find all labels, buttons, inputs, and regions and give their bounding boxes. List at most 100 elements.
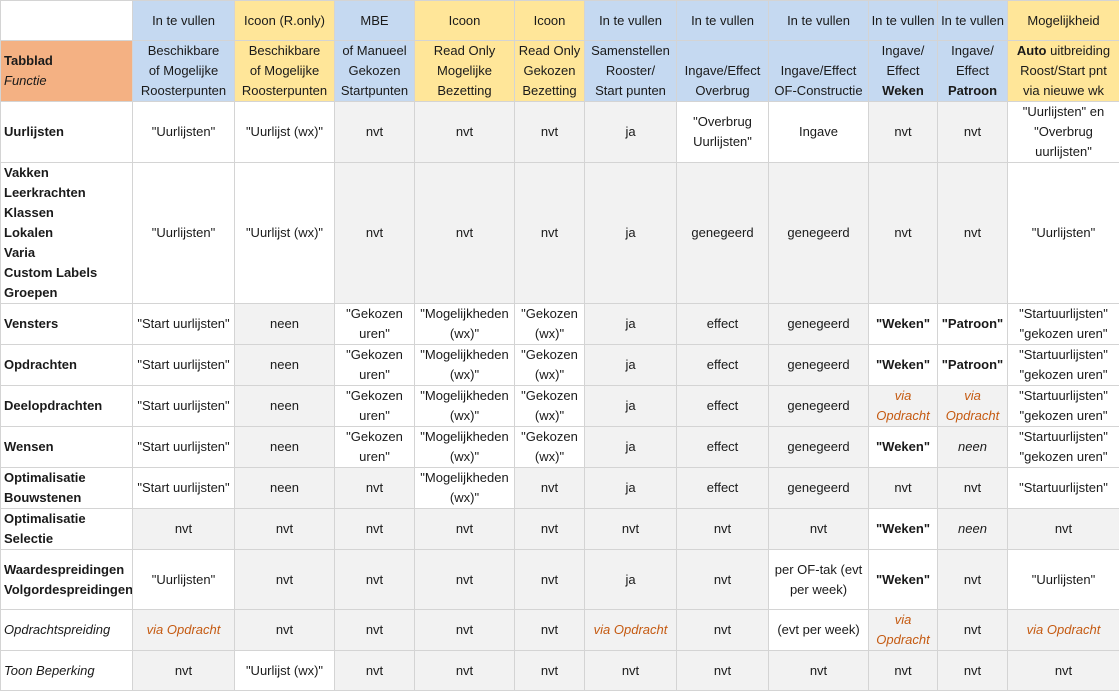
table-cell: per OF-tak (evt per week) xyxy=(769,550,869,610)
col-type-header: In te vullen xyxy=(869,1,938,41)
col-description-header: of ManueelGekozenStartpunten xyxy=(335,41,415,102)
col-type-header-line: In te vullen xyxy=(871,11,935,31)
table-cell: neen xyxy=(235,386,335,427)
row-label: WaardespreidingenVolgordespreidingen xyxy=(1,550,133,610)
table-cell: nvt xyxy=(335,163,415,304)
row-label: OptimalisatieBouwstenen xyxy=(1,468,133,509)
col-description-line: Weken xyxy=(871,81,935,101)
table-cell: "Startuurlijsten" "gekozen uren" xyxy=(1008,427,1119,468)
table-cell: nvt xyxy=(415,550,515,610)
table-cell: nvt xyxy=(335,610,415,651)
col-description-line: via nieuwe wk xyxy=(1010,81,1117,101)
table-cell: nvt xyxy=(515,651,585,691)
table-cell: nvt xyxy=(769,509,869,550)
table-cell: "Uurlijsten" xyxy=(133,163,235,304)
table-row: OptimalisatieBouwstenen"Start uurlijsten… xyxy=(1,468,1119,509)
table-cell: effect xyxy=(677,427,769,468)
col-description-line: Mogelijke xyxy=(417,61,512,81)
table-row: Deelopdrachten"Start uurlijsten"neen"Gek… xyxy=(1,386,1119,427)
table-cell: "Weken" xyxy=(869,427,938,468)
row-label-line: Waardespreidingen xyxy=(4,560,130,580)
table-cell: "Mogelijkheden (wx)" xyxy=(415,427,515,468)
col-description-header: SamenstellenRooster/Start punten xyxy=(585,41,677,102)
col-description-line: Gekozen xyxy=(337,61,412,81)
table-cell: nvt xyxy=(677,550,769,610)
col-type-header: In te vullen xyxy=(133,1,235,41)
row-label-line: Selectie xyxy=(4,529,130,549)
table-cell: genegeerd xyxy=(769,345,869,386)
table-cell: "Uurlijsten" en "Overbrug uurlijsten" xyxy=(1008,102,1119,163)
table-cell: "Startuurlijsten" xyxy=(1008,468,1119,509)
row-label-line: Groepen xyxy=(4,283,130,303)
table-cell: genegeerd xyxy=(769,427,869,468)
row-label: Opdrachtspreiding xyxy=(1,610,133,651)
col-description-line: Read Only xyxy=(517,41,582,61)
table-cell: "Mogelijkheden (wx)" xyxy=(415,468,515,509)
col-description-header: Beschikbareof MogelijkeRoosterpunten xyxy=(133,41,235,102)
table-cell: effect xyxy=(677,386,769,427)
col-description-line: Bezetting xyxy=(517,81,582,101)
table-cell: neen xyxy=(235,427,335,468)
col-type-header: Icoon xyxy=(515,1,585,41)
table-cell: "Weken" xyxy=(869,304,938,345)
col-description-header: Read OnlyMogelijkeBezetting xyxy=(415,41,515,102)
table-cell: (evt per week) xyxy=(769,610,869,651)
row-label-line: Uurlijsten xyxy=(4,122,130,142)
table-cell: neen xyxy=(235,304,335,345)
col-type-header-line: In te vullen xyxy=(940,11,1005,31)
table-cell: nvt xyxy=(869,163,938,304)
table-cell: nvt xyxy=(869,651,938,691)
table-cell: "Uurlijsten" xyxy=(133,550,235,610)
table-cell: "Overbrug Uurlijsten" xyxy=(677,102,769,163)
col-description-line: Ingave/Effect xyxy=(771,61,866,81)
col-description-line: OF-Constructie xyxy=(771,81,866,101)
table-cell: nvt xyxy=(335,651,415,691)
table-cell: via Opdracht xyxy=(133,610,235,651)
col-description-line: Startpunten xyxy=(337,81,412,101)
table-cell: effect xyxy=(677,345,769,386)
table-cell: nvt xyxy=(415,163,515,304)
table-cell: via Opdracht xyxy=(585,610,677,651)
col-description-line: of Manueel xyxy=(337,41,412,61)
col-description-line: Beschikbare xyxy=(135,41,232,61)
table-cell: "Uurlijst (wx)" xyxy=(235,102,335,163)
col-description-line: Roosterpunten xyxy=(237,81,332,101)
table-cell: "Uurlijsten" xyxy=(1008,163,1119,304)
table-cell: "Weken" xyxy=(869,509,938,550)
table-cell: nvt xyxy=(335,102,415,163)
row-label-line: Lokalen xyxy=(4,223,130,243)
table-cell: nvt xyxy=(235,550,335,610)
row-label: VakkenLeerkrachtenKlassenLokalenVariaCus… xyxy=(1,163,133,304)
table-cell: via Opdracht xyxy=(1008,610,1119,651)
table-cell: ja xyxy=(585,427,677,468)
table-cell: nvt xyxy=(677,651,769,691)
col-type-header: In te vullen xyxy=(585,1,677,41)
table-cell: "Uurlijsten" xyxy=(133,102,235,163)
row-label-line: Bouwstenen xyxy=(4,488,130,508)
table-cell: nvt xyxy=(938,651,1008,691)
table-cell: nvt xyxy=(585,509,677,550)
row-label-line: Optimalisatie xyxy=(4,509,130,529)
table-cell: nvt xyxy=(415,102,515,163)
col-description-line: Roost/Start pnt xyxy=(1010,61,1117,81)
table-cell: nvt xyxy=(133,651,235,691)
col-description-line: Beschikbare xyxy=(237,41,332,61)
table-cell: "Weken" xyxy=(869,550,938,610)
table-cell: "Gekozen (wx)" xyxy=(515,345,585,386)
matrix-table: In te vullen Icoon (R.only) MBE Icoon Ic… xyxy=(0,0,1119,691)
table-cell: ja xyxy=(585,468,677,509)
col-description-header: Auto uitbreidingRoost/Start pntvia nieuw… xyxy=(1008,41,1119,102)
col-description-header: Ingave/EffectOF-Constructie xyxy=(769,41,869,102)
table-cell: via Opdracht xyxy=(869,386,938,427)
table-cell: nvt xyxy=(515,468,585,509)
table-row: Opdrachtspreidingvia Opdrachtnvtnvtnvtnv… xyxy=(1,610,1119,651)
col-type-header: In te vullen xyxy=(677,1,769,41)
corner-cell xyxy=(1,1,133,41)
table-cell: ja xyxy=(585,304,677,345)
col-type-header: Mogelijkheid xyxy=(1008,1,1119,41)
table-cell: "Startuurlijsten" "gekozen uren" xyxy=(1008,304,1119,345)
table-cell: ja xyxy=(585,163,677,304)
table-cell: ja xyxy=(585,102,677,163)
table-cell: "Patroon" xyxy=(938,345,1008,386)
table-cell: "Gekozen (wx)" xyxy=(515,427,585,468)
